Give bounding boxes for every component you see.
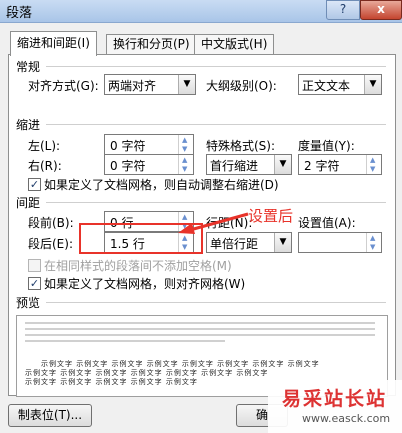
watermark-title: 易采站长站 [282,388,388,410]
outline-label: 大纲级别(O): [206,79,277,93]
indent-right-label: 右(R): [28,159,62,173]
arrow-icon [178,212,249,234]
watermark: 易采站长站 www.easck.com [268,380,402,433]
spin-down-icon[interactable]: ▼ [370,165,375,173]
alignment-select[interactable]: 两端对齐 ▼ [104,74,196,95]
space-before-label: 段前(B): [28,216,74,230]
snap-grid-checkbox[interactable]: ✓ [28,277,41,290]
special-label: 特殊格式(S): [206,139,276,153]
chevron-down-icon[interactable]: ▼ [364,75,381,94]
tab-asian-typography[interactable]: 中文版式(H) [194,34,275,55]
indent-left-label: 左(L): [28,139,61,153]
special-value: 首行缩进 [210,159,259,173]
measure-label: 度量值(Y): [298,139,355,153]
close-button[interactable]: x [360,0,402,20]
spin-up-icon[interactable]: ▲ [370,156,375,164]
preview-sample-line: 示例文字 示例文字 示例文字 示例文字 示例文字 [25,378,198,386]
preview-sample-line: 示例文字 示例文字 示例文字 示例文字 示例文字 示例文字 示例文字 示例文字 [41,360,320,368]
preview-prev-paragraph [25,334,375,336]
spin-up-icon[interactable]: ▲ [182,156,187,164]
preview-prev-paragraph [25,328,375,330]
preview-sample-line: 示例文字 示例文字 示例文字 示例文字 示例文字 示例文字 示例文字 [25,369,269,377]
help-button[interactable]: ? [326,0,360,20]
divider [46,66,386,67]
preview-heading: 预览 [16,296,41,310]
spin-buttons[interactable]: ▲ ▼ [366,155,381,174]
tab-line-page-breaks[interactable]: 换行和分页(P) [106,34,197,55]
chevron-down-icon[interactable]: ▼ [274,233,291,252]
general-heading: 常规 [16,60,41,74]
divider [46,124,386,125]
outline-value: 正文文本 [302,79,351,93]
special-select[interactable]: 首行缩进 ▼ [206,154,292,175]
snap-grid-label: 如果定义了文档网格，则对齐网格(W) [44,277,246,291]
setting-label: 设置值(A): [298,216,356,230]
alignment-label: 对齐方式(G): [28,79,99,93]
spin-buttons[interactable]: ▲ ▼ [178,135,193,154]
indent-heading: 缩进 [16,118,41,132]
spin-buttons[interactable]: ▲ ▼ [366,233,381,252]
spacing-heading: 间距 [16,196,41,210]
watermark-url: www.easck.com [302,412,391,425]
preview-prev-paragraph [25,322,375,324]
measure-spinner[interactable]: 2 字符 ▲ ▼ [298,154,382,175]
auto-adjust-checkbox[interactable]: ✓ [28,178,41,191]
line-spacing-value: 单倍行距 [210,237,259,251]
divider [46,302,386,303]
setting-spinner[interactable]: ▲ ▼ [298,232,382,253]
spin-up-icon[interactable]: ▲ [182,136,187,144]
annotation-text: 设置后 [248,207,294,225]
auto-adjust-label: 如果定义了文档网格，则自动调整右缩进(D) [44,178,279,192]
no-space-checkbox[interactable] [28,259,41,272]
outline-select[interactable]: 正文文本 ▼ [298,74,382,95]
spin-buttons[interactable]: ▲ ▼ [178,155,193,174]
chevron-down-icon[interactable]: ▼ [274,155,291,174]
indent-left-value: 0 字符 [110,139,146,153]
spin-down-icon[interactable]: ▼ [182,165,187,173]
indent-right-spinner[interactable]: 0 字符 ▲ ▼ [104,154,194,175]
alignment-value: 两端对齐 [108,79,157,93]
tab-indent-spacing[interactable]: 缩进和间距(I) [10,31,97,56]
divider [46,202,386,203]
spin-down-icon[interactable]: ▼ [370,243,375,251]
chevron-down-icon[interactable]: ▼ [178,75,195,94]
spin-down-icon[interactable]: ▼ [182,145,187,153]
window-title: 段落 [6,6,33,21]
space-after-label: 段后(E): [28,237,73,251]
measure-value: 2 字符 [304,159,340,173]
preview-prev-paragraph [25,340,225,342]
no-space-label: 在相同样式的段落间不添加空格(M) [44,259,232,273]
indent-right-value: 0 字符 [110,159,146,173]
indent-left-spinner[interactable]: 0 字符 ▲ ▼ [104,134,194,155]
spin-up-icon[interactable]: ▲ [370,234,375,242]
tabs-button[interactable]: 制表位(T)... [8,404,92,427]
